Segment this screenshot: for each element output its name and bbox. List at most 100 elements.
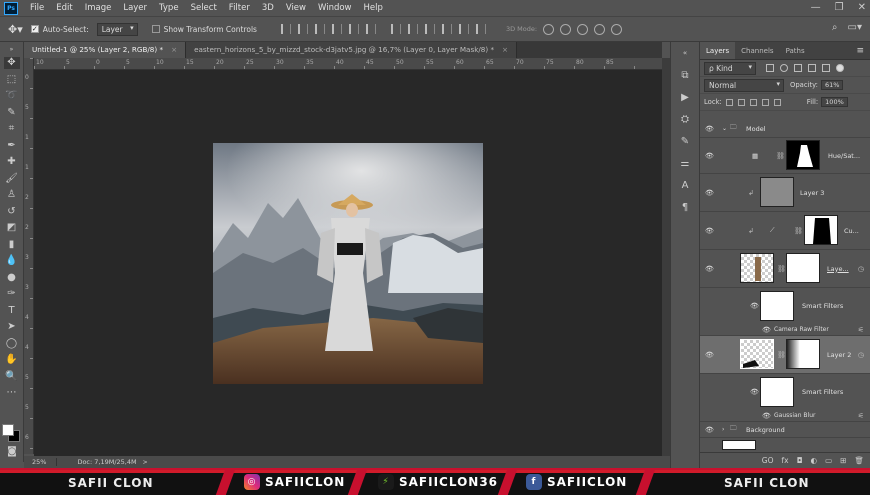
restore-button[interactable]: ❐ [835, 0, 844, 16]
link-layers-icon[interactable]: GO [762, 456, 774, 465]
distribute-right-icon[interactable] [475, 24, 486, 34]
distribute-bottom-icon[interactable] [424, 24, 435, 34]
clone-stamp-icon[interactable]: ♙ [4, 189, 20, 201]
align-bottom-icon[interactable] [314, 24, 325, 34]
transform-controls-checkbox[interactable]: Show Transform Controls [151, 25, 257, 34]
smart-filters-row[interactable]: 👁 Smart Filters [700, 374, 870, 410]
pen-tool-icon[interactable]: ✑ [4, 288, 20, 300]
delete-layer-icon[interactable]: 🗑 [854, 456, 864, 465]
distribute-top-icon[interactable] [390, 24, 401, 34]
marquee-tool-icon[interactable]: ⬚ [4, 74, 20, 86]
filter-type-icon[interactable] [794, 64, 802, 72]
foreground-color-swatch[interactable] [2, 424, 14, 436]
auto-select-checkbox[interactable]: ✓ Auto-Select: [30, 25, 89, 34]
layer-layer-3[interactable]: 👁 ↲ Layer 3 [700, 174, 870, 212]
filter-adjustment-icon[interactable] [780, 64, 788, 72]
character-icon[interactable]: A [678, 178, 692, 192]
menu-file[interactable]: File [24, 0, 50, 16]
layer-hue-saturation[interactable]: 👁 ▦ ⛓ Hue/Sat... [700, 138, 870, 174]
dodge-tool-icon[interactable]: ● [4, 272, 20, 284]
new-group-icon[interactable]: ▭ [825, 456, 832, 465]
menu-window[interactable]: Window [312, 0, 358, 16]
tab-close-icon[interactable]: × [502, 45, 508, 54]
tab-channels[interactable]: Channels [735, 42, 779, 59]
move-tool-icon[interactable]: ✥▾ [8, 23, 23, 36]
visibility-eye-icon[interactable]: 👁 [705, 265, 714, 273]
layer-group-model[interactable]: 👁 ⌄ 🗀 Model [700, 120, 870, 138]
auto-select-dropdown[interactable]: Layer [96, 22, 138, 36]
align-center-icon[interactable] [348, 24, 359, 34]
brush-tool-icon[interactable]: 🖌 [4, 173, 20, 185]
adjustments-icon[interactable]: ⛭ [678, 112, 692, 126]
filter-shape-icon[interactable] [808, 64, 816, 72]
add-mask-icon[interactable]: ◘ [797, 456, 803, 465]
chain-link-icon[interactable]: ⛓ [777, 265, 786, 273]
ellipse-tool-icon[interactable]: ◯ [4, 338, 20, 350]
crop-tool-icon[interactable]: ⌗ [4, 123, 20, 135]
3d-scale-icon[interactable] [611, 23, 623, 35]
new-layer-icon[interactable]: ⊞ [840, 456, 846, 465]
smart-filter-mask-thumbnail[interactable] [760, 291, 794, 321]
quick-select-tool-icon[interactable]: ✎ [4, 107, 20, 119]
collapse-icon[interactable]: » [4, 46, 20, 53]
visibility-eye-icon[interactable]: 👁 [705, 152, 714, 160]
chain-link-icon[interactable]: ⛓ [794, 227, 803, 235]
lock-artboard-icon[interactable] [761, 98, 769, 106]
filter-toggle-icon[interactable] [836, 64, 844, 72]
path-select-icon[interactable]: ➤ [4, 321, 20, 333]
filter-options-icon[interactable]: ⚟ [858, 326, 864, 334]
lasso-tool-icon[interactable]: ➰ [4, 90, 20, 102]
history-icon[interactable]: ⧉ [678, 68, 692, 82]
align-middle-icon[interactable] [297, 24, 308, 34]
vertical-ruler[interactable]: 0 5 1 1 2 2 3 3 4 4 5 5 6 [24, 58, 34, 454]
minimize-button[interactable]: — [811, 0, 821, 16]
history-brush-icon[interactable]: ↺ [4, 206, 20, 218]
layer-smart-object[interactable]: 👁 ⛓ Laye... ◷ [700, 250, 870, 288]
vertical-scrollbar[interactable] [662, 58, 670, 456]
tab-paths[interactable]: Paths [780, 42, 811, 59]
new-adjustment-icon[interactable]: ◐ [811, 456, 818, 465]
healing-brush-icon[interactable]: ✚ [4, 156, 20, 168]
visibility-eye-icon[interactable]: 👁 [762, 326, 771, 334]
menu-layer[interactable]: Layer [117, 0, 153, 16]
lock-all-icon[interactable] [773, 98, 781, 106]
type-tool-icon[interactable]: T [4, 305, 20, 317]
menu-select[interactable]: Select [185, 0, 223, 16]
chain-link-icon[interactable]: ⛓ [777, 351, 786, 359]
panel-menu-icon[interactable]: ≡ [850, 42, 870, 59]
align-top-icon[interactable] [280, 24, 291, 34]
hand-tool-icon[interactable]: ✋ [4, 354, 20, 366]
paragraph-icon[interactable]: ¶ [678, 200, 692, 214]
menu-filter[interactable]: Filter [223, 0, 256, 16]
move-tool-icon[interactable]: ✥ [3, 57, 20, 69]
actions-play-icon[interactable]: ▶ [678, 90, 692, 104]
visibility-eye-icon[interactable]: 👁 [705, 351, 714, 359]
distribute-left-icon[interactable] [441, 24, 452, 34]
chevron-right-icon[interactable]: › [722, 426, 724, 433]
visibility-eye-icon[interactable]: 👁 [750, 388, 759, 396]
layer-mask-thumbnail[interactable] [804, 215, 838, 245]
zoom-level[interactable]: 25% [24, 458, 58, 466]
document-canvas[interactable] [213, 143, 483, 384]
visibility-eye-icon[interactable]: 👁 [750, 302, 759, 310]
chevron-down-icon[interactable]: ⌄ [722, 125, 727, 132]
3d-roll-icon[interactable] [560, 23, 572, 35]
layer-mask-thumbnail[interactable] [786, 140, 820, 170]
horizontal-ruler[interactable]: 10 5 0 5 10 15 20 25 30 35 40 45 50 55 60 65 70 75 80 85 [34, 58, 662, 70]
menu-edit[interactable]: Edit [50, 0, 78, 16]
layer-curves[interactable]: 👁 ↲ ⟋ ⛓ Cu... [700, 212, 870, 250]
eraser-tool-icon[interactable]: ◩ [4, 222, 20, 234]
smart-filters-row[interactable]: 👁 Smart Filters [700, 288, 870, 324]
layer-layer-2[interactable]: 👁 ⛓ Layer 2 ◷ [700, 336, 870, 374]
menu-type[interactable]: Type [153, 0, 185, 16]
brush-settings-icon[interactable]: ✎ [678, 134, 692, 148]
visibility-eye-icon[interactable]: 👁 [705, 227, 714, 235]
gradient-tool-icon[interactable]: ▮ [4, 239, 20, 251]
canvas-area[interactable] [34, 70, 662, 456]
close-button[interactable]: ✕ [858, 0, 866, 16]
lock-position-icon[interactable] [749, 98, 757, 106]
menu-help[interactable]: Help [358, 0, 389, 16]
more-tools-icon[interactable]: ⋯ [4, 387, 20, 399]
3d-pan-icon[interactable] [577, 23, 589, 35]
smart-filter-mask-thumbnail[interactable] [760, 377, 794, 407]
